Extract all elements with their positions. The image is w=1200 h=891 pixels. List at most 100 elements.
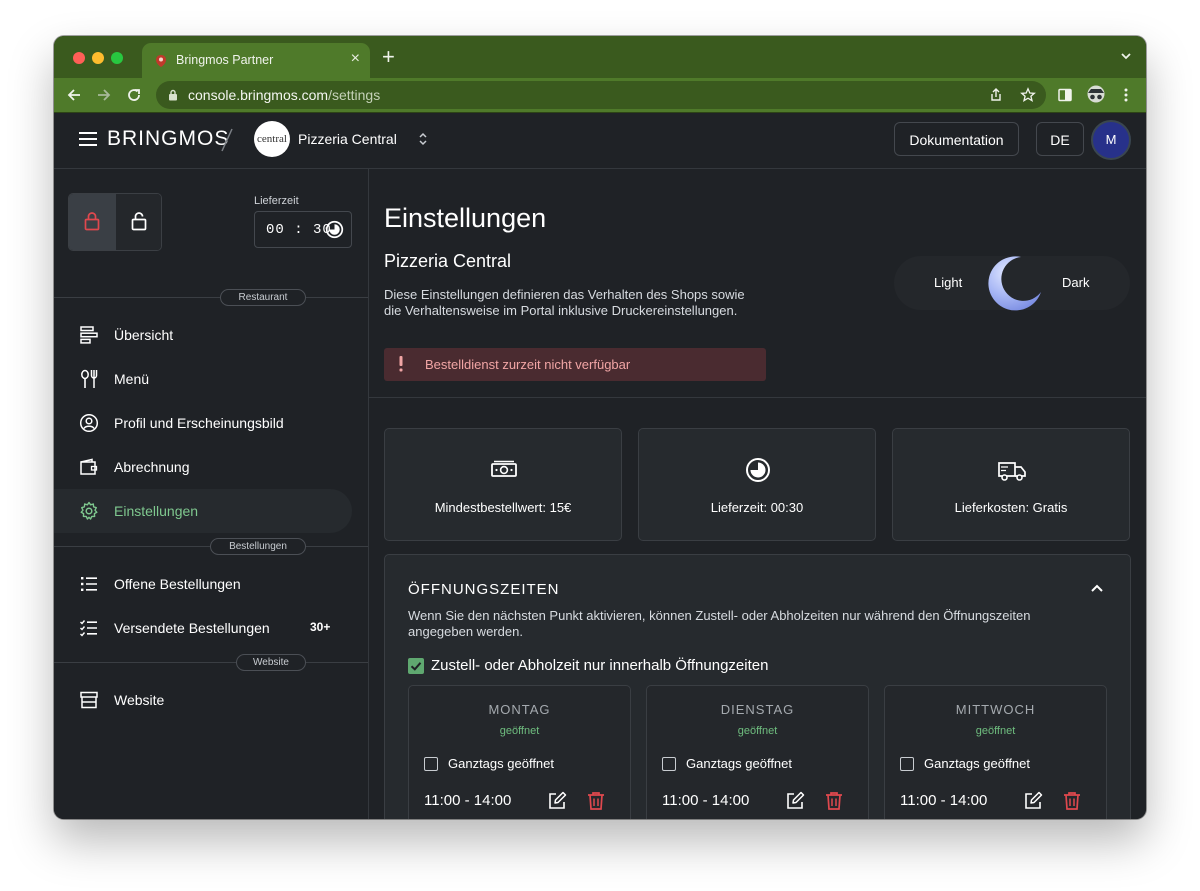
alert-text: Bestelldienst zurzeit nicht verfügbar xyxy=(425,357,631,372)
section-divider xyxy=(54,297,368,298)
close-window-button[interactable] xyxy=(73,52,85,64)
section-label-website: Website xyxy=(236,654,306,671)
page-title: Einstellungen xyxy=(384,203,547,233)
card-label: Mindestbestellwert: 15€ xyxy=(434,500,572,515)
sidebar-item-billing[interactable]: Abrechnung xyxy=(54,445,352,489)
browser-toolbar: console.bringmos.com/settings xyxy=(54,78,1146,113)
allday-label[interactable]: Ganztags geöffnet xyxy=(924,756,1030,771)
sidebar-item-open-orders[interactable]: Offene Bestellungen xyxy=(54,562,352,606)
allday-label[interactable]: Ganztags geöffnet xyxy=(448,756,554,771)
time-range: 11:00 - 14:00 xyxy=(662,792,750,809)
card-label: Lieferkosten: Gratis xyxy=(954,500,1068,515)
time-range: 11:00 - 14:00 xyxy=(424,792,512,809)
overview-icon xyxy=(80,326,98,344)
lock-closed-button[interactable] xyxy=(69,194,117,250)
delivery-time-card[interactable]: Lieferzeit: 00:30 xyxy=(638,428,876,541)
checklist-icon xyxy=(80,620,97,637)
favicon-icon xyxy=(156,55,166,67)
day-name: MITTWOCH xyxy=(955,702,1036,717)
edit-icon[interactable] xyxy=(548,791,567,810)
opening-hours-panel: ÖFFNUNGSZEITEN Wenn Sie den nächsten Pun… xyxy=(384,554,1131,819)
tab-close-icon[interactable]: × xyxy=(351,50,360,68)
delivery-time-field[interactable]: 00 : 30 xyxy=(254,211,352,248)
browser-tab[interactable]: Bringmos Partner × xyxy=(142,43,370,78)
min-order-card[interactable]: Mindestbestellwert: 15€ xyxy=(384,428,622,541)
sidebar-item-sent-orders[interactable]: Versendete Bestellungen 30+ xyxy=(54,606,352,650)
gear-icon xyxy=(80,501,98,520)
sidebar-item-label: Profil und Erscheinungsbild xyxy=(114,415,284,431)
shop-lock-toggle[interactable] xyxy=(68,193,162,251)
new-tab-button[interactable]: + xyxy=(382,44,395,70)
delivery-cost-card[interactable]: Lieferkosten: Gratis xyxy=(892,428,1130,541)
chevron-down-icon[interactable] xyxy=(1120,50,1132,62)
sidebar-item-label: Abrechnung xyxy=(114,459,190,475)
trash-icon[interactable] xyxy=(1063,791,1081,810)
tab-title: Bringmos Partner xyxy=(176,53,274,67)
reload-icon[interactable] xyxy=(124,85,144,105)
sidebar-item-profile[interactable]: Profil und Erscheinungsbild xyxy=(54,401,352,445)
store-logo[interactable]: central xyxy=(254,121,290,157)
edit-icon[interactable] xyxy=(786,791,805,810)
star-icon[interactable] xyxy=(1020,87,1036,103)
orders-count-badge: 30+ xyxy=(310,620,331,634)
switch-store-icon[interactable] xyxy=(418,131,428,147)
trash-icon[interactable] xyxy=(825,791,843,810)
opening-hours-description: Wenn Sie den nächsten Punkt aktivieren, … xyxy=(408,608,1031,639)
service-unavailable-alert: Bestelldienst zurzeit nicht verfügbar xyxy=(384,348,766,381)
theme-light-label[interactable]: Light xyxy=(934,275,962,290)
list-icon xyxy=(81,577,97,591)
brand-logo[interactable]: BRINGMOS xyxy=(107,127,229,151)
sidebar-item-settings[interactable]: Einstellungen xyxy=(54,489,352,533)
address-bar[interactable]: console.bringmos.com/settings xyxy=(156,81,1046,109)
lock-open-button[interactable] xyxy=(116,194,161,250)
allday-label[interactable]: Ganztags geöffnet xyxy=(686,756,792,771)
hamburger-menu-icon[interactable] xyxy=(79,132,97,146)
lock-closed-icon xyxy=(84,212,100,231)
moon-icon[interactable] xyxy=(984,254,1044,314)
sidebar-item-menu[interactable]: Menü xyxy=(54,357,352,401)
day-card-wednesday: MITTWOCH geöffnet Ganztags geöffnet 11:0… xyxy=(884,685,1107,819)
avatar[interactable]: M xyxy=(1091,120,1131,160)
day-name: DIENSTAG xyxy=(720,702,795,717)
lock-open-icon xyxy=(131,212,147,231)
documentation-button[interactable]: Dokumentation xyxy=(894,122,1019,156)
theme-dark-label[interactable]: Dark xyxy=(1062,275,1089,290)
sidebar-item-website[interactable]: Website xyxy=(54,678,352,722)
trash-icon[interactable] xyxy=(587,791,605,810)
day-status: geöffnet xyxy=(499,725,540,737)
language-button[interactable]: DE xyxy=(1036,122,1084,156)
theme-toggle[interactable]: Light Dark xyxy=(894,256,1130,311)
page-description: Diese Einstellungen definieren das Verha… xyxy=(384,287,745,318)
browser-tab-bar: Bringmos Partner × + xyxy=(54,36,1146,78)
wallet-icon xyxy=(80,458,98,475)
sidebar-item-overview[interactable]: Übersicht xyxy=(54,313,352,357)
only-within-hours-checkbox[interactable] xyxy=(408,658,424,674)
day-status: geöffnet xyxy=(737,725,778,737)
profile-incognito-icon[interactable] xyxy=(1085,85,1107,103)
sidebar-item-label: Website xyxy=(114,692,165,708)
section-divider xyxy=(54,662,368,663)
section-label-restaurant: Restaurant xyxy=(220,289,306,306)
sidebar: Lieferzeit 00 : 30 Restaurant Übersicht xyxy=(54,169,369,819)
allday-checkbox[interactable] xyxy=(662,757,676,771)
minimize-window-button[interactable] xyxy=(92,52,104,64)
share-icon[interactable] xyxy=(988,87,1004,103)
delivery-time-label: Lieferzeit xyxy=(254,195,299,207)
main-content: Einstellungen Pizzeria Central Diese Ein… xyxy=(369,169,1146,819)
time-range: 11:00 - 14:00 xyxy=(900,792,988,809)
sidebar-toggle-icon[interactable] xyxy=(1057,87,1073,103)
store-name[interactable]: Pizzeria Central xyxy=(298,131,397,147)
forward-icon[interactable] xyxy=(94,85,114,105)
card-label: Lieferzeit: 00:30 xyxy=(710,500,804,515)
breadcrumb-separator-icon xyxy=(221,128,233,152)
only-within-hours-label[interactable]: Zustell- oder Abholzeit nur innerhalb Öf… xyxy=(431,657,768,674)
edit-icon[interactable] xyxy=(1024,791,1043,810)
maximize-window-button[interactable] xyxy=(111,52,123,64)
back-icon[interactable] xyxy=(64,85,84,105)
chevron-up-icon[interactable] xyxy=(1090,583,1104,593)
money-icon xyxy=(491,460,517,477)
allday-checkbox[interactable] xyxy=(900,757,914,771)
more-menu-icon[interactable] xyxy=(1118,87,1134,103)
section-label-orders: Bestellungen xyxy=(210,538,306,555)
allday-checkbox[interactable] xyxy=(424,757,438,771)
